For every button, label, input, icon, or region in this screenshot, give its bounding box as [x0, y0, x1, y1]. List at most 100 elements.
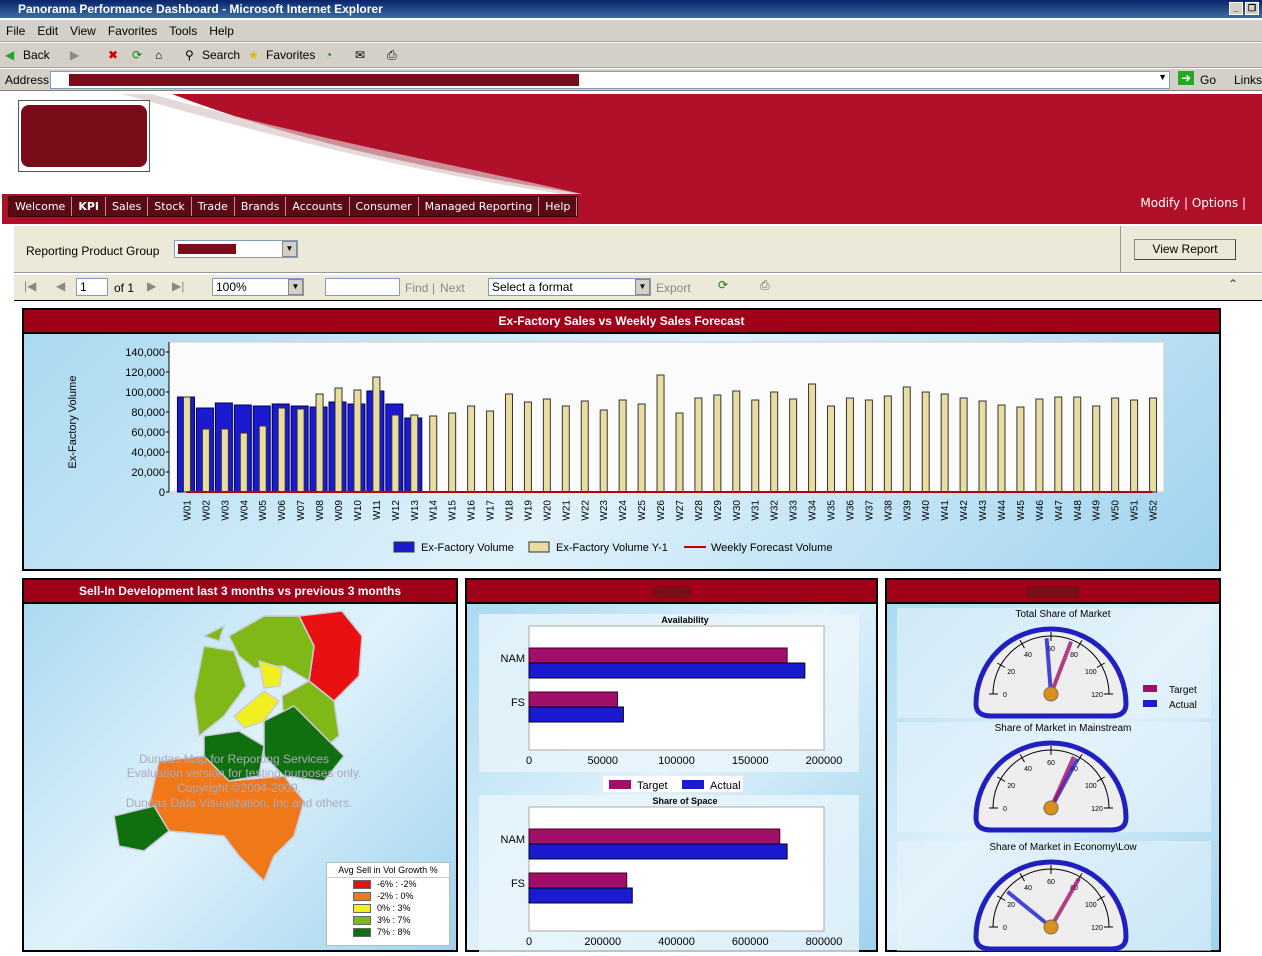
- report-toolbar: |◀ ◀ 1 of 1 ▶ ▶| 100% ▼ Find | Next Selec…: [14, 275, 1262, 301]
- chevron-down-icon[interactable]: ▼: [282, 241, 297, 257]
- next-link[interactable]: Next: [440, 281, 465, 295]
- next-page-icon[interactable]: ▶: [147, 279, 156, 293]
- find-input[interactable]: [325, 278, 400, 296]
- x-tick-label: W29: [713, 500, 724, 521]
- nav-welcome[interactable]: Welcome: [9, 197, 73, 216]
- nav-brands[interactable]: Brands: [235, 197, 287, 216]
- panel-title: Sell-In Development last 3 months vs pre…: [24, 580, 456, 604]
- links-button[interactable]: Links: [1234, 73, 1262, 87]
- x-tick-label: W14: [429, 500, 440, 521]
- share-of-market-panel: Total Share of Market 0 20 40 60 80 100 120 Shar…: [885, 578, 1221, 952]
- menu-help[interactable]: Help: [203, 20, 240, 42]
- x-tick-label: W31: [751, 500, 762, 521]
- search-icon[interactable]: ⚲: [185, 48, 194, 62]
- minimize-button[interactable]: _: [1229, 2, 1243, 15]
- nav-managed-reporting[interactable]: Managed Reporting: [419, 197, 540, 216]
- go-button[interactable]: Go: [1200, 73, 1216, 87]
- x-tick-label: W35: [827, 500, 838, 521]
- bar-prior-year: [637, 403, 646, 493]
- menu-file[interactable]: File: [0, 20, 31, 42]
- x-tick-label: W45: [1016, 500, 1027, 521]
- favorites-button[interactable]: Favorites: [266, 48, 315, 62]
- find-link[interactable]: Find: [405, 281, 428, 295]
- last-page-icon[interactable]: ▶|: [172, 279, 184, 293]
- x-tick-label: W36: [845, 500, 856, 521]
- legend-swatch: [1143, 685, 1157, 692]
- zoom-select[interactable]: 100% ▼: [212, 278, 304, 296]
- legend-item: Ex-Factory Volume: [393, 541, 514, 554]
- y-tick-label: FS: [511, 697, 525, 709]
- history-icon[interactable]: ◔: [325, 48, 332, 62]
- gauge-tick-label: 60: [1047, 760, 1055, 767]
- map-watermark: Evaluation version for testing purposes …: [127, 766, 362, 780]
- nav-sales[interactable]: Sales: [106, 197, 149, 216]
- options-link[interactable]: Options: [1192, 196, 1238, 210]
- menu-view[interactable]: View: [64, 20, 102, 42]
- menu-favorites[interactable]: Favorites: [102, 20, 163, 42]
- bar-prior-year: [770, 391, 779, 493]
- export-format-select[interactable]: Select a format ▼: [488, 278, 651, 296]
- nav-stock[interactable]: Stock: [148, 197, 192, 216]
- gauge-title: Share of Market in Economy\Low: [989, 842, 1137, 853]
- nav-accounts[interactable]: Accounts: [286, 197, 350, 216]
- x-tick-label: 0: [526, 936, 532, 948]
- nav-kpi[interactable]: KPI: [72, 197, 107, 216]
- menu-edit[interactable]: Edit: [31, 20, 64, 42]
- bar-prior-year: [751, 399, 760, 493]
- y-tick-label: 80,000: [131, 407, 165, 419]
- x-tick-label: 50000: [587, 755, 618, 767]
- bar-prior-year: [789, 398, 798, 493]
- nav-trade[interactable]: Trade: [192, 197, 235, 216]
- print-report-icon[interactable]: ⎙: [760, 278, 770, 293]
- x-tick-label: W15: [448, 500, 459, 521]
- home-icon[interactable]: ⌂: [155, 48, 162, 62]
- restore-button[interactable]: ❐: [1245, 2, 1259, 15]
- nav-consumer[interactable]: Consumer: [350, 197, 419, 216]
- favorites-icon[interactable]: ★: [248, 48, 259, 62]
- search-button[interactable]: Search: [202, 48, 240, 62]
- collapse-icon[interactable]: ⌃: [1228, 277, 1238, 291]
- go-icon[interactable]: ➜: [1178, 71, 1195, 85]
- x-tick-label: W10: [353, 500, 364, 521]
- refresh-icon[interactable]: ⟳: [132, 48, 142, 62]
- first-page-icon[interactable]: |◀: [24, 279, 36, 293]
- mail-icon[interactable]: ✉: [355, 48, 365, 62]
- x-tick-label: W06: [277, 500, 288, 521]
- export-link[interactable]: Export: [656, 281, 691, 295]
- nav-help[interactable]: Help: [539, 197, 578, 216]
- product-group-select[interactable]: ▼: [174, 240, 298, 258]
- menu-tools[interactable]: Tools: [163, 20, 203, 42]
- chevron-down-icon[interactable]: ▼: [635, 279, 650, 295]
- x-tick-label: W12: [391, 500, 402, 521]
- legend-swatch: [393, 541, 415, 553]
- x-tick-label: W23: [599, 500, 610, 521]
- prev-page-icon[interactable]: ◀: [56, 279, 65, 293]
- print-icon[interactable]: ⎙: [387, 48, 397, 63]
- forward-icon[interactable]: ▶: [70, 48, 79, 62]
- y-axis-label: Ex-Factory Volume: [67, 376, 79, 469]
- x-tick-label: W11: [372, 500, 383, 520]
- legend-swatch: [353, 891, 371, 901]
- address-input[interactable]: ▼: [50, 71, 1170, 89]
- view-report-button[interactable]: View Report: [1134, 239, 1236, 260]
- x-tick-label: W09: [334, 500, 345, 521]
- y-tick-label: NAM: [501, 653, 525, 665]
- page-number-input[interactable]: 1: [76, 278, 108, 296]
- chevron-down-icon[interactable]: ▼: [1158, 72, 1167, 82]
- gauge-tick-label: 120: [1091, 806, 1103, 813]
- modify-link[interactable]: Modify: [1140, 196, 1180, 210]
- chart-title: Share of Space: [652, 796, 717, 806]
- map-legend-item: -6% : -2%: [327, 878, 449, 890]
- legend-swatch: [682, 780, 704, 789]
- x-tick-label: W34: [808, 500, 819, 521]
- bar-prior-year: [429, 415, 438, 493]
- y-tick-label: NAM: [501, 834, 525, 846]
- x-tick-label: W25: [637, 500, 648, 521]
- back-button[interactable]: Back: [23, 48, 50, 62]
- stop-icon[interactable]: ✖: [108, 48, 118, 62]
- refresh-report-icon[interactable]: ⟳: [718, 278, 728, 292]
- gauge-tick-label: 120: [1091, 692, 1103, 699]
- map-panel: Sell-In Development last 3 months vs pre…: [22, 578, 458, 952]
- chevron-down-icon[interactable]: ▼: [288, 279, 303, 295]
- back-icon[interactable]: ◀: [5, 48, 14, 62]
